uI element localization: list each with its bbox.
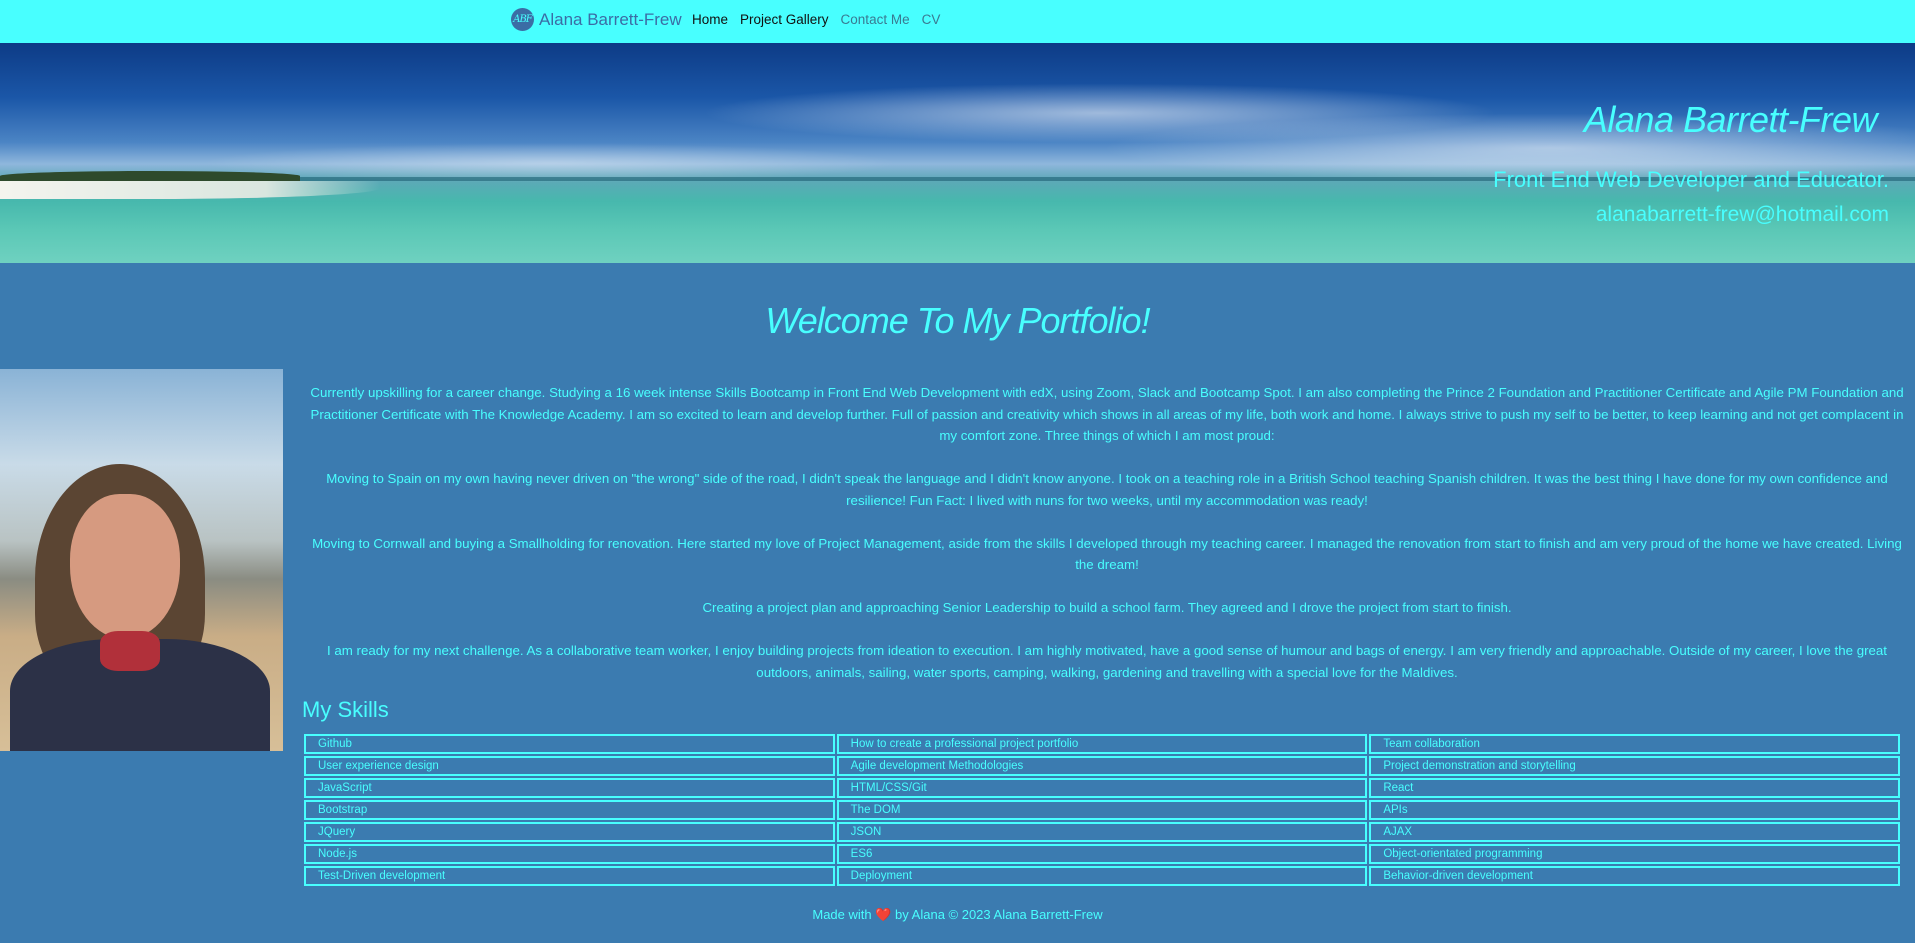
table-row: Github How to create a professional proj… xyxy=(304,734,1900,754)
profile-photo xyxy=(0,369,283,751)
table-row: JavaScript HTML/CSS/Git React xyxy=(304,778,1900,798)
brand-logo-icon: ABF xyxy=(511,8,534,31)
brand-link[interactable]: ABF Alana Barrett-Frew xyxy=(511,8,682,31)
hero-sandbar xyxy=(0,181,380,199)
nav-contact-link[interactable]: Contact Me xyxy=(841,12,910,27)
skill-cell: Node.js xyxy=(304,844,835,864)
table-row: Test-Driven development Deployment Behav… xyxy=(304,866,1900,886)
table-row: Bootstrap The DOM APIs xyxy=(304,800,1900,820)
hero-island xyxy=(0,171,300,181)
bio-paragraph: I am ready for my next challenge. As a c… xyxy=(326,643,1888,680)
bio-paragraph: Moving to Cornwall and buying a Smallhol… xyxy=(312,535,1902,573)
skill-cell: Github xyxy=(304,734,835,754)
skill-cell: User experience design xyxy=(304,756,835,776)
skill-cell: Agile development Methodologies xyxy=(836,756,1368,776)
skill-cell: Bootstrap xyxy=(304,800,835,820)
skill-cell: Project demonstration and storytelling xyxy=(1369,756,1900,776)
skill-cell: AJAX xyxy=(1369,822,1900,842)
nav-links: Home Project Gallery Contact Me CV xyxy=(692,12,940,27)
hero-banner: Alana Barrett-Frew Front End Web Develop… xyxy=(0,43,1915,263)
skill-cell: The DOM xyxy=(836,800,1368,820)
skills-table: Github How to create a professional proj… xyxy=(302,732,1902,888)
nav-cv-link[interactable]: CV xyxy=(922,12,941,27)
skill-cell: APIs xyxy=(1369,800,1900,820)
nav-project-gallery-link[interactable]: Project Gallery xyxy=(740,12,829,27)
nav-home-link[interactable]: Home xyxy=(692,12,728,27)
skill-cell: Deployment xyxy=(836,866,1368,886)
table-row: Node.js ES6 Object-orientated programmin… xyxy=(304,844,1900,864)
page-title: Welcome To My Portfolio! xyxy=(765,300,1150,341)
footer-made-with: Made with xyxy=(812,907,872,922)
bio-section: Currently upskilling for a career change… xyxy=(302,382,1912,705)
heart-icon: ❤️ xyxy=(875,907,892,922)
skill-cell: Behavior-driven development xyxy=(1369,866,1900,886)
skill-cell: JavaScript xyxy=(304,778,835,798)
skill-cell: JSON xyxy=(836,822,1368,842)
table-row: JQuery JSON AJAX xyxy=(304,822,1900,842)
navbar: ABF Alana Barrett-Frew Home Project Gall… xyxy=(0,0,1915,43)
skill-cell: JQuery xyxy=(304,822,835,842)
skill-cell: Test-Driven development xyxy=(304,866,835,886)
hero-email[interactable]: alanabarrett-frew@hotmail.com xyxy=(1596,203,1889,227)
photo-face xyxy=(70,494,180,639)
skill-cell: How to create a professional project por… xyxy=(836,734,1368,754)
bio-paragraph: Creating a project plan and approaching … xyxy=(702,600,1512,615)
skill-cell: React xyxy=(1369,778,1900,798)
skill-cell: ES6 xyxy=(836,844,1368,864)
skill-cell: Object-orientated programming xyxy=(1369,844,1900,864)
skill-cell: HTML/CSS/Git xyxy=(836,778,1368,798)
table-row: User experience design Agile development… xyxy=(304,756,1900,776)
brand-name: Alana Barrett-Frew xyxy=(539,9,682,29)
bio-paragraph: Moving to Spain on my own having never d… xyxy=(326,471,1888,508)
footer-copyright: by Alana © 2023 Alana Barrett-Frew xyxy=(895,907,1103,922)
bio-paragraph: Currently upskilling for a career change… xyxy=(310,385,1904,443)
skill-cell: Team collaboration xyxy=(1369,734,1900,754)
hero-name: Alana Barrett-Frew xyxy=(1583,99,1878,140)
skills-heading: My Skills xyxy=(302,697,389,722)
photo-collar xyxy=(100,631,160,671)
hero-role: Front End Web Developer and Educator. xyxy=(1493,167,1889,192)
footer: Made with ❤️ by Alana © 2023 Alana Barre… xyxy=(0,907,1915,923)
